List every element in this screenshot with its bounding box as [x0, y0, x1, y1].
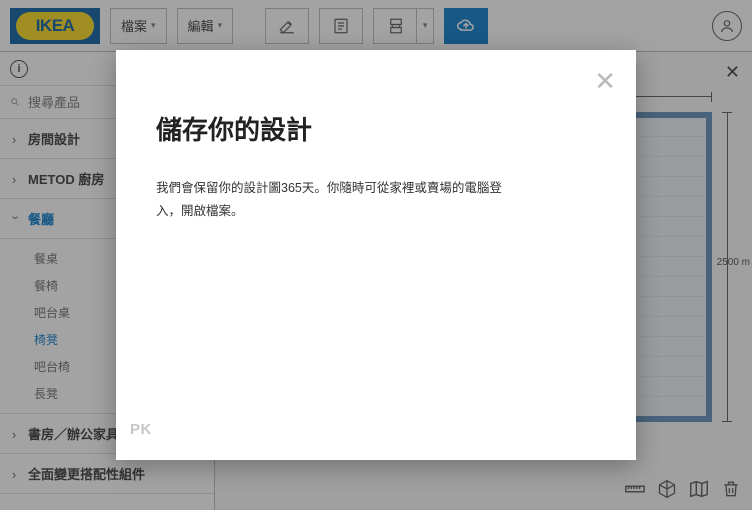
- watermark-text: PK: [130, 421, 152, 438]
- modal-title: 儲存你的設計: [156, 110, 596, 147]
- save-design-modal: ✕ 儲存你的設計 我們會保留你的設計圖365天。你隨時可從家裡或賣場的電腦登入，…: [116, 50, 636, 460]
- modal-body-text: 我們會保留你的設計圖365天。你隨時可從家裡或賣場的電腦登入，開啟檔案。: [156, 177, 526, 222]
- modal-close-button[interactable]: ✕: [594, 68, 616, 94]
- modal-overlay[interactable]: ✕ 儲存你的設計 我們會保留你的設計圖365天。你隨時可從家裡或賣場的電腦登入，…: [0, 0, 752, 510]
